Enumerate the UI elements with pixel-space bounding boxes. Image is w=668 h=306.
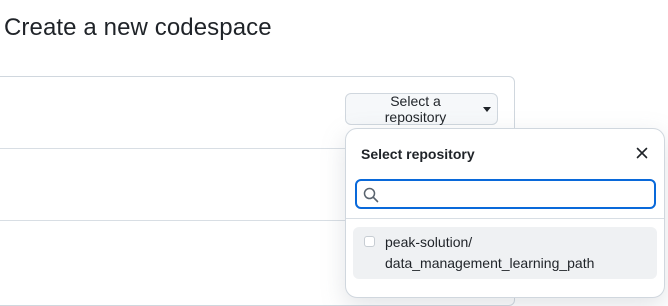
repository-owner: peak-solution/	[385, 234, 473, 250]
close-icon	[636, 147, 648, 159]
repository-list-item[interactable]: peak-solution/ data_management_learning_…	[353, 227, 657, 279]
search-icon	[363, 187, 379, 203]
popover-divider	[346, 218, 664, 219]
select-repository-popover: Select repository peak-solution/ data_ma…	[345, 128, 665, 298]
caret-down-icon	[483, 106, 491, 112]
page-title: Create a new codespace	[4, 14, 272, 41]
close-button[interactable]	[633, 144, 651, 162]
repository-checkbox[interactable]	[364, 236, 375, 247]
popover-title: Select repository	[361, 146, 475, 162]
select-repository-label: Select a repository	[384, 93, 447, 125]
card-partial-text: n	[0, 260, 1, 274]
select-repository-button[interactable]: Select a repository	[345, 93, 498, 125]
search-box	[355, 179, 656, 209]
repository-search-input[interactable]	[385, 183, 645, 205]
repository-name: data_management_learning_path	[385, 255, 595, 271]
